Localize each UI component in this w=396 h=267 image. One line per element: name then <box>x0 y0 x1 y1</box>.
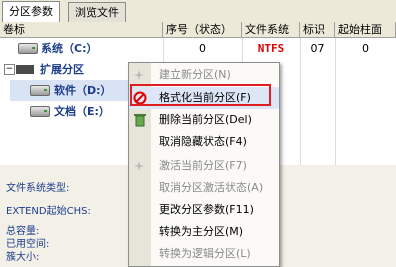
menu-item-change-params[interactable]: 更改分区参数(F11) <box>129 199 279 221</box>
partition-info-panel: 文件系统类型: EXTEND起始CHS: 总容量: 已用空间: 簇大小: <box>0 165 130 265</box>
column-index[interactable]: 序号（状态） <box>163 22 242 38</box>
partition-index: 0 <box>199 42 206 55</box>
menu-item-new-partition[interactable]: 建立新分区(N) <box>129 64 279 86</box>
menu-item-deactivate-partition[interactable]: 取消分区激活状态(A) <box>129 177 279 199</box>
partition-start: 0 <box>362 42 369 55</box>
menu-item-delete-partition[interactable]: 删除当前分区(Del) <box>129 109 279 131</box>
extended-partition-icon <box>16 65 34 74</box>
menu-item-label: 建立新分区(N) <box>159 68 231 81</box>
hard-disk-icon <box>30 85 50 96</box>
menu-item-label: 删除当前分区(Del) <box>159 113 252 126</box>
trash-icon <box>134 114 146 127</box>
menu-item-label: 更改分区参数(F11) <box>159 203 254 216</box>
sparkle-icon <box>134 70 144 80</box>
column-start-cylinder[interactable]: 起始柱面 <box>335 22 396 38</box>
menu-item-label: 取消分区激活状态(A) <box>159 181 264 194</box>
tab-browse-files[interactable]: 浏览文件 <box>68 2 126 22</box>
hard-disk-icon <box>18 43 38 54</box>
menu-item-convert-primary[interactable]: 转换为主分区(M) <box>129 221 279 243</box>
menu-item-activate-partition[interactable]: 激活当前分区(F7) <box>129 155 279 177</box>
fs-type-label: 文件系统类型: <box>6 183 70 194</box>
menu-item-label: 取消隐藏状态(F4) <box>159 135 247 148</box>
column-volume[interactable]: 卷标 <box>0 22 163 38</box>
sparkle-icon <box>134 161 144 171</box>
table-row[interactable]: 系统（C:） 0 NTFS 07 0 <box>0 38 396 59</box>
column-id[interactable]: 标识 <box>300 22 335 38</box>
menu-item-unhide-partition[interactable]: 取消隐藏状态(F4) <box>129 131 279 153</box>
hard-disk-icon <box>30 106 50 117</box>
cluster-size-label: 簇大小: <box>6 252 40 263</box>
extend-chs-label: EXTEND起始CHS: <box>6 206 91 217</box>
highlight-box <box>130 84 271 106</box>
tab-strip: 分区参数 浏览文件 <box>0 0 396 23</box>
partition-label: 扩展分区 <box>40 63 84 76</box>
menu-item-convert-logical[interactable]: 转换为逻辑分区(L) <box>129 243 279 265</box>
menu-item-label: 激活当前分区(F7) <box>159 159 247 172</box>
partition-id: 07 <box>310 42 325 55</box>
column-filesystem[interactable]: 文件系统 <box>242 22 300 38</box>
partition-fs: NTFS <box>257 42 285 55</box>
collapse-icon[interactable]: − <box>4 64 15 75</box>
tab-partition-params[interactable]: 分区参数 <box>2 1 60 23</box>
menu-item-label: 转换为逻辑分区(L) <box>159 247 251 260</box>
partition-label: 软件（D:） <box>54 84 112 97</box>
menu-item-label: 转换为主分区(M) <box>159 225 244 238</box>
partition-label: 文档（E:） <box>54 105 110 118</box>
partition-label: 系统（C:） <box>41 42 98 55</box>
